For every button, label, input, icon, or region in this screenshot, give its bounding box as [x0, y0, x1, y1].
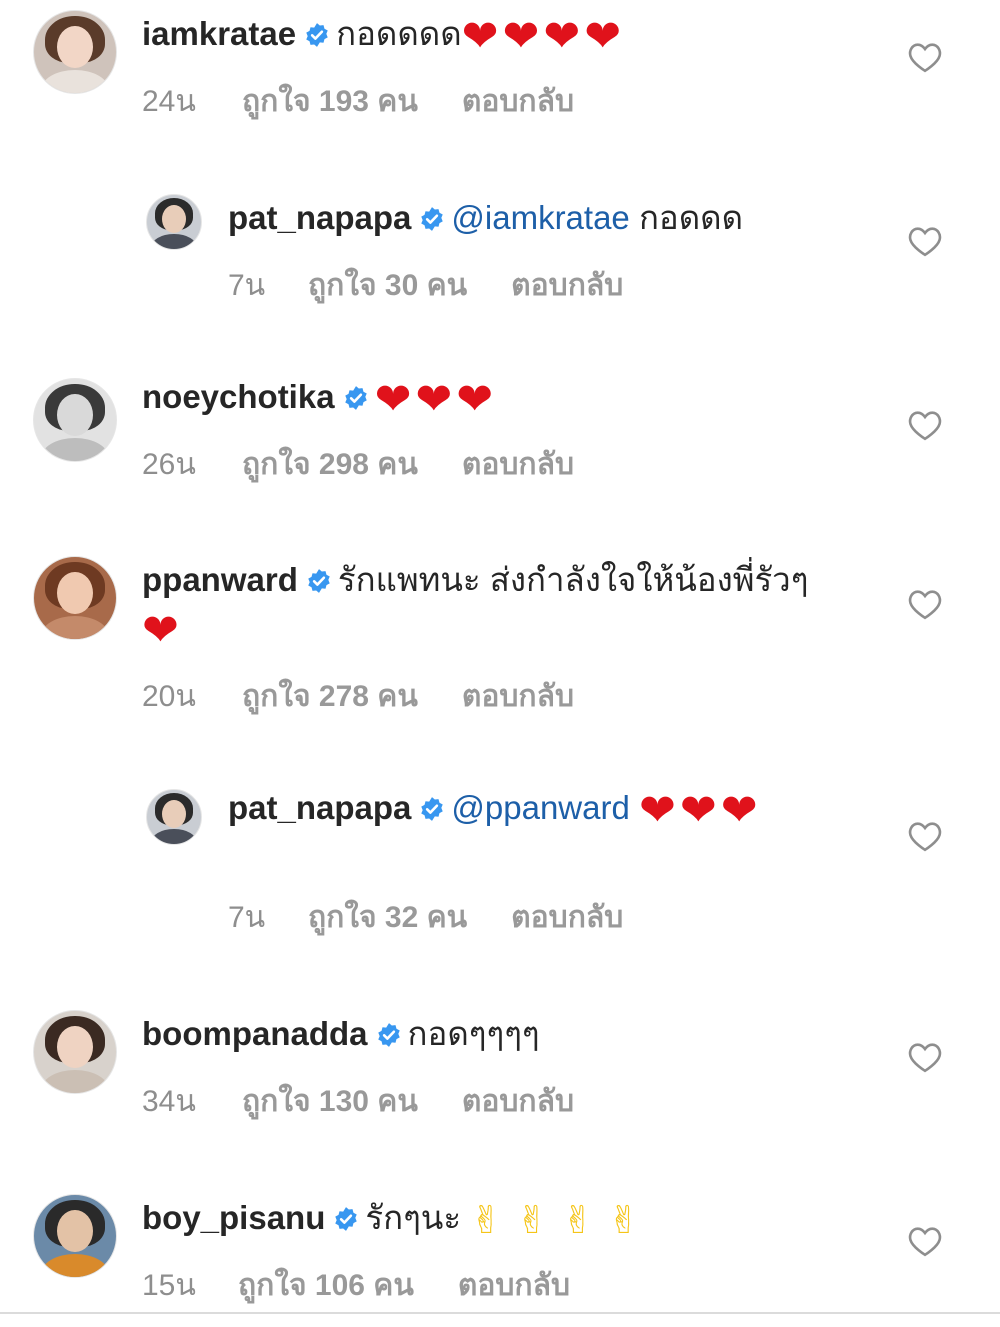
reply-button[interactable]: ตอบกลับ: [462, 78, 574, 125]
comment-body: กอดๆๆๆๆ: [407, 1015, 540, 1052]
heart-outline-icon[interactable]: [907, 225, 943, 257]
username[interactable]: boompanadda: [142, 1015, 368, 1052]
comment-text: boompanadda กอดๆๆๆๆ: [142, 1010, 842, 1058]
mention-link[interactable]: @ppanward: [451, 789, 629, 826]
avatar[interactable]: [33, 10, 117, 94]
likes-count[interactable]: ถูกใจ 193 คน: [242, 78, 418, 125]
avatar[interactable]: [33, 378, 117, 462]
comment-text: noeychotika ❤❤❤: [142, 373, 842, 422]
comment-text: ppanward รักแพทนะ ส่งกำลังใจให้น้องพี่รัว…: [142, 556, 832, 653]
comment-text: pat_napapa @ppanward ❤❤❤: [228, 784, 818, 833]
username[interactable]: ppanward: [142, 561, 298, 598]
avatar[interactable]: [33, 1194, 117, 1278]
verified-badge-icon: [421, 207, 444, 231]
verified-badge-icon: [421, 797, 444, 821]
comment-meta: 15น ถูกใจ 106 คน ตอบกลับ: [142, 1262, 570, 1309]
username[interactable]: pat_napapa: [228, 199, 411, 236]
reply-button[interactable]: ตอบกลับ: [458, 1262, 570, 1309]
timestamp: 24น: [142, 85, 196, 118]
timestamp: 7น: [228, 269, 266, 302]
avatar[interactable]: [33, 556, 117, 640]
likes-count[interactable]: ถูกใจ 106 คน: [238, 1262, 414, 1309]
mention-link[interactable]: @iamkratae: [451, 199, 629, 236]
comment-text: pat_napapa @iamkratae กอดดด: [228, 194, 848, 242]
likes-count[interactable]: ถูกใจ 278 คน: [242, 673, 418, 720]
comment-meta: 34น ถูกใจ 130 คน ตอบกลับ: [142, 1078, 574, 1125]
comment-body: กอดดด: [638, 199, 744, 236]
verified-badge-icon: [377, 1023, 400, 1047]
username[interactable]: iamkratae: [142, 15, 296, 52]
reply-button[interactable]: ตอบกลับ: [462, 673, 574, 720]
likes-count[interactable]: ถูกใจ 30 คน: [308, 262, 467, 309]
comment-meta: 24น ถูกใจ 193 คน ตอบกลับ: [142, 78, 574, 125]
heart-emoji: ❤: [142, 605, 183, 656]
heart-outline-icon[interactable]: [907, 41, 943, 73]
timestamp: 20น: [142, 680, 196, 713]
heart-outline-icon[interactable]: [907, 820, 943, 852]
username[interactable]: boy_pisanu: [142, 1199, 325, 1236]
likes-count[interactable]: ถูกใจ 32 คน: [308, 894, 467, 941]
comment-body: รักๆนะ: [365, 1199, 462, 1236]
timestamp: 34น: [142, 1085, 196, 1118]
comment-meta: 7น ถูกใจ 32 คน ตอบกลับ: [228, 894, 623, 941]
verified-badge-icon: [308, 569, 330, 593]
avatar[interactable]: [146, 194, 202, 250]
likes-count[interactable]: ถูกใจ 298 คน: [242, 441, 418, 488]
reply-button[interactable]: ตอบกลับ: [462, 441, 574, 488]
timestamp: 26น: [142, 448, 196, 481]
comment-meta: 7น ถูกใจ 30 คน ตอบกลับ: [228, 262, 623, 309]
heart-emoji: ❤❤❤: [639, 785, 762, 836]
verified-badge-icon: [344, 386, 367, 410]
reply-button[interactable]: ตอบกลับ: [511, 894, 623, 941]
timestamp: 7น: [228, 901, 266, 934]
heart-emoji: ❤❤❤: [374, 374, 498, 425]
timestamp: 15น: [142, 1269, 196, 1302]
comment-meta: 20น ถูกใจ 278 คน ตอบกลับ: [142, 673, 574, 720]
likes-count[interactable]: ถูกใจ 130 คน: [242, 1078, 418, 1125]
avatar[interactable]: [33, 1010, 117, 1094]
avatar[interactable]: [146, 789, 202, 845]
comment-body: รักแพทนะ ส่งกำลังใจให้น้องพี่รัวๆ: [337, 561, 809, 598]
heart-outline-icon[interactable]: [907, 409, 943, 441]
comment-text: iamkratae กอดดดด❤❤❤❤: [142, 10, 842, 59]
verified-badge-icon: [306, 23, 328, 47]
verified-badge-icon: [335, 1207, 358, 1231]
reply-button[interactable]: ตอบกลับ: [511, 262, 623, 309]
heart-outline-icon[interactable]: [907, 588, 943, 620]
comment-meta: 26น ถูกใจ 298 คน ตอบกลับ: [142, 441, 574, 488]
heart-outline-icon[interactable]: [907, 1041, 943, 1073]
peace-emoji: ✌✌✌✌: [470, 1198, 654, 1242]
username[interactable]: pat_napapa: [228, 789, 411, 826]
comment-text: boy_pisanu รักๆนะ ✌✌✌✌: [142, 1194, 842, 1244]
heart-emoji: ❤❤❤❤: [461, 11, 626, 62]
comment-body: กอดดดด: [336, 15, 462, 52]
reply-button[interactable]: ตอบกลับ: [462, 1078, 574, 1125]
heart-outline-icon[interactable]: [907, 1225, 943, 1257]
divider: [0, 1312, 1000, 1314]
username[interactable]: noeychotika: [142, 378, 335, 415]
